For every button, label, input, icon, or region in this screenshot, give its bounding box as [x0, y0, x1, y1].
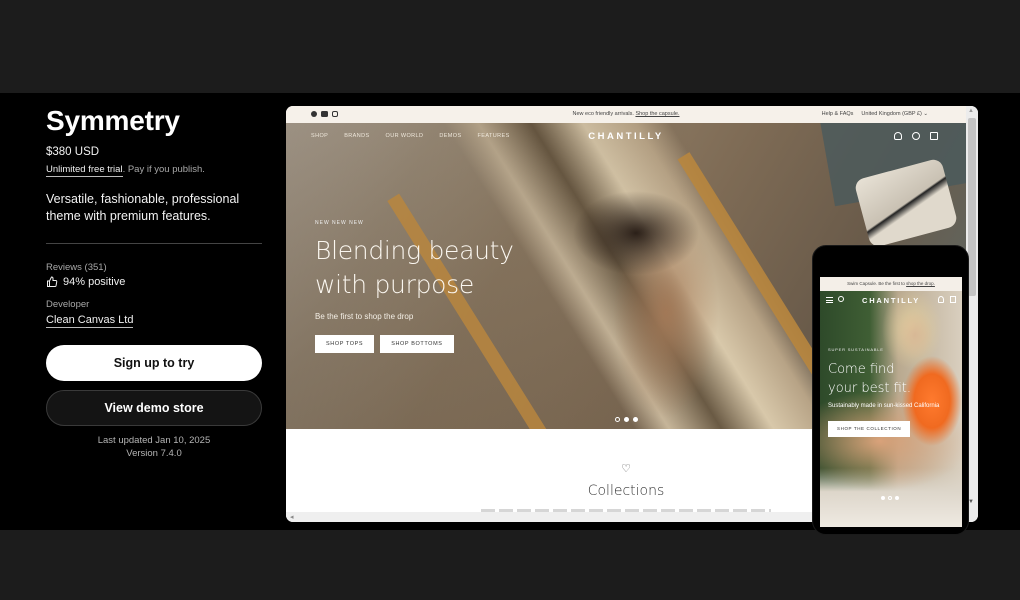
slide-dot[interactable]	[633, 417, 638, 422]
slide-dot[interactable]	[895, 496, 899, 500]
thumbs-up-icon	[47, 276, 58, 287]
slide-dot[interactable]	[624, 417, 629, 422]
trial-note: . Pay if you publish.	[122, 164, 205, 175]
locale-label: United Kingdom (GBP £)	[861, 111, 922, 117]
theme-price: $380 USD	[46, 146, 100, 158]
developer-label: Developer	[46, 299, 90, 310]
hero-headline-line: with purpose	[315, 270, 474, 299]
chevron-down-icon: ⌄	[923, 111, 928, 117]
mobile-hero: CHANTILLY SUPER SUSTAINABLE Come find yo…	[820, 291, 962, 527]
help-link[interactable]: Help & FAQs	[822, 111, 854, 117]
mobile-announcement-text: Swim Capsule. Be the first to	[847, 281, 905, 286]
sign-up-button[interactable]: Sign up to try	[46, 345, 262, 381]
divider	[46, 243, 262, 244]
mobile-screen: Swim Capsule. Be the first to shop the d…	[820, 277, 962, 527]
shop-bottoms-button[interactable]: SHOP BOTTOMS	[380, 335, 454, 353]
mobile-hero-headline-line: Come find	[828, 362, 895, 377]
mobile-hero-subheading: Sustainably made in sun-kissed Californi…	[828, 403, 940, 409]
locale-selector[interactable]: United Kingdom (GBP £) ⌄	[861, 111, 928, 117]
mobile-hero-headline-line: your best fit.	[828, 381, 912, 396]
version: Version 7.4.0	[126, 447, 182, 459]
hero-buttons: SHOP TOPS SHOP BOTTOMS	[315, 335, 514, 353]
view-demo-button[interactable]: View demo store	[46, 390, 262, 426]
slide-dot[interactable]	[881, 496, 885, 500]
announcement-bar: New eco friendly arrivals. Shop the caps…	[286, 106, 966, 123]
slide-dot[interactable]	[615, 417, 620, 422]
theme-description: Versatile, fashionable, professional the…	[46, 192, 240, 223]
mobile-announcement-link[interactable]: shop the drop.	[906, 281, 935, 286]
theme-title: Symmetry	[46, 105, 180, 136]
mobile-slide-indicators	[881, 496, 899, 500]
slide-dot[interactable]	[888, 496, 892, 500]
shop-tops-button[interactable]: SHOP TOPS	[315, 335, 375, 353]
reviews-label[interactable]: Reviews (351)	[46, 262, 262, 273]
trial-info: Unlimited free trial. Pay if you publish…	[46, 164, 262, 177]
store-logo[interactable]: CHANTILLY	[286, 131, 966, 142]
scroll-left-icon[interactable]: ◂	[290, 513, 294, 521]
theme-info-panel: Symmetry $380 USD Unlimited free trial. …	[46, 104, 262, 460]
hero-headline: Blending beauty with purpose	[315, 234, 514, 302]
hero-subheading: Be the first to shop the drop	[315, 312, 414, 321]
mobile-hero-copy: SUPER SUSTAINABLE Come find your best fi…	[828, 347, 939, 437]
scrollbar-thumb[interactable]	[968, 118, 976, 296]
mobile-announcement-bar: Swim Capsule. Be the first to shop the d…	[820, 277, 962, 291]
update-info: Last updated Jan 10, 2025 Version 7.4.0	[46, 435, 262, 460]
hero-copy: NEW NEW NEW Blending beauty with purpose…	[315, 220, 514, 353]
header-icons	[894, 132, 938, 140]
mobile-header: CHANTILLY	[826, 296, 956, 305]
heart-icon: ♡	[621, 463, 631, 475]
mobile-preview: Swim Capsule. Be the first to shop the d…	[812, 245, 969, 535]
search-icon[interactable]	[912, 132, 920, 140]
announcement-text: New eco friendly arrivals.	[572, 111, 634, 117]
shop-collection-button[interactable]: SHOP THE COLLECTION	[828, 421, 911, 437]
free-trial-link[interactable]: Unlimited free trial	[46, 164, 123, 177]
cart-icon[interactable]	[950, 296, 956, 303]
hero-headline-line: Blending beauty	[315, 236, 514, 265]
developer-link[interactable]: Clean Canvas Ltd	[46, 314, 134, 328]
slide-indicators	[615, 417, 638, 422]
hero-eyebrow: NEW NEW NEW	[315, 220, 364, 226]
mobile-store-logo[interactable]: CHANTILLY	[826, 296, 956, 305]
last-updated: Last updated Jan 10, 2025	[97, 435, 211, 446]
cart-icon[interactable]	[930, 132, 938, 140]
scroll-up-icon[interactable]: ▲	[968, 108, 974, 114]
account-icon[interactable]	[938, 296, 944, 303]
announcement-link[interactable]: Shop the capsule.	[635, 111, 679, 117]
rating-text: 94% positive	[63, 276, 126, 288]
reviews-rating: 94% positive	[46, 276, 262, 288]
mobile-hero-eyebrow: SUPER SUSTAINABLE	[828, 347, 884, 352]
mobile-hero-headline: Come find your best fit.	[828, 360, 939, 398]
announcement-right: Help & FAQs United Kingdom (GBP £) ⌄	[822, 111, 928, 117]
account-icon[interactable]	[894, 132, 902, 140]
